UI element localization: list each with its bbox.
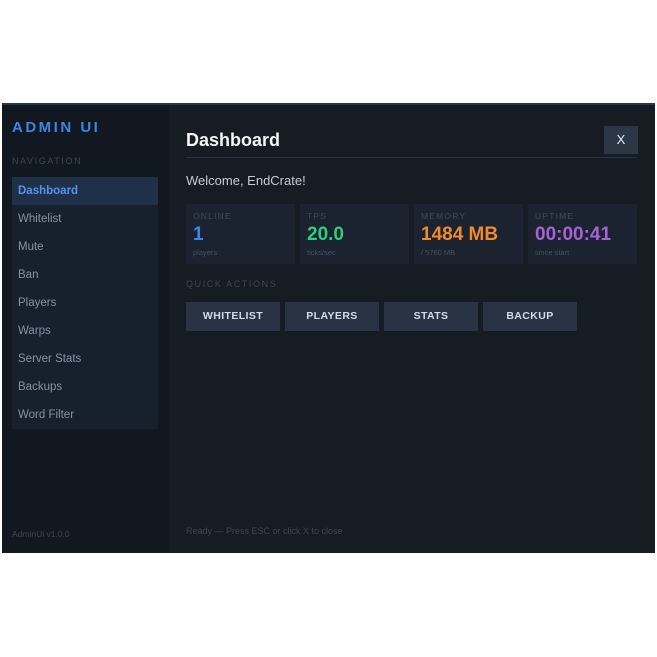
nav-list: Dashboard Whitelist Mute Ban Players War… <box>12 177 158 429</box>
main-panel: Dashboard X Welcome, EndCrate! ONLINE 1 … <box>169 105 655 553</box>
sidebar: ADMIN UI NAVIGATION Dashboard Whitelist … <box>2 105 169 553</box>
whitelist-action-button[interactable]: WHITELIST <box>186 302 280 331</box>
sidebar-item-backups[interactable]: Backups <box>12 373 158 401</box>
sidebar-item-ban[interactable]: Ban <box>12 261 158 289</box>
stats-action-button[interactable]: STATS <box>384 302 478 331</box>
stat-label: UPTIME <box>535 211 575 221</box>
stat-label: ONLINE <box>193 211 232 221</box>
version-label: AdminUi v1.0.0 <box>12 529 70 539</box>
stat-card-tps: TPS 20.0 ticks/sec <box>300 204 409 264</box>
status-text: Ready — Press ESC or click X to close <box>186 526 343 536</box>
sidebar-item-warps[interactable]: Warps <box>12 317 158 345</box>
title-divider <box>186 157 637 158</box>
stat-sub: / 5760 MB <box>421 248 456 257</box>
stat-sub: since start <box>535 248 570 257</box>
stat-sub: players <box>193 248 218 257</box>
nav-section-label: NAVIGATION <box>12 156 83 166</box>
welcome-message: Welcome, EndCrate! <box>186 173 306 188</box>
stat-value: 1 <box>193 224 204 245</box>
admin-window: ADMIN UI NAVIGATION Dashboard Whitelist … <box>2 103 655 553</box>
sidebar-item-whitelist[interactable]: Whitelist <box>12 205 158 233</box>
stat-label: MEMORY <box>421 211 467 221</box>
stats-row: ONLINE 1 players TPS 20.0 ticks/sec MEMO… <box>186 204 637 264</box>
close-button[interactable]: X <box>604 126 638 154</box>
quick-actions-row: WHITELIST PLAYERS STATS BACKUP <box>186 302 577 331</box>
stat-card-online: ONLINE 1 players <box>186 204 295 264</box>
stat-value: 00:00:41 <box>535 224 612 245</box>
stat-value: 1484 MB <box>421 224 499 245</box>
brand-title: ADMIN UI <box>12 119 101 136</box>
sidebar-item-dashboard[interactable]: Dashboard <box>12 177 158 205</box>
players-action-button[interactable]: PLAYERS <box>285 302 379 331</box>
stat-card-uptime: UPTIME 00:00:41 since start <box>528 204 637 264</box>
stat-value: 20.0 <box>307 224 344 245</box>
stat-label: TPS <box>307 211 328 221</box>
sidebar-item-server-stats[interactable]: Server Stats <box>12 345 158 373</box>
sidebar-item-word-filter[interactable]: Word Filter <box>12 401 158 429</box>
sidebar-item-players[interactable]: Players <box>12 289 158 317</box>
quick-actions-label: QUICK ACTIONS <box>186 279 278 289</box>
stat-sub: ticks/sec <box>307 248 336 257</box>
page-title: Dashboard <box>186 130 281 150</box>
stat-card-memory: MEMORY 1484 MB / 5760 MB <box>414 204 523 264</box>
backup-action-button[interactable]: BACKUP <box>483 302 577 331</box>
sidebar-item-mute[interactable]: Mute <box>12 233 158 261</box>
